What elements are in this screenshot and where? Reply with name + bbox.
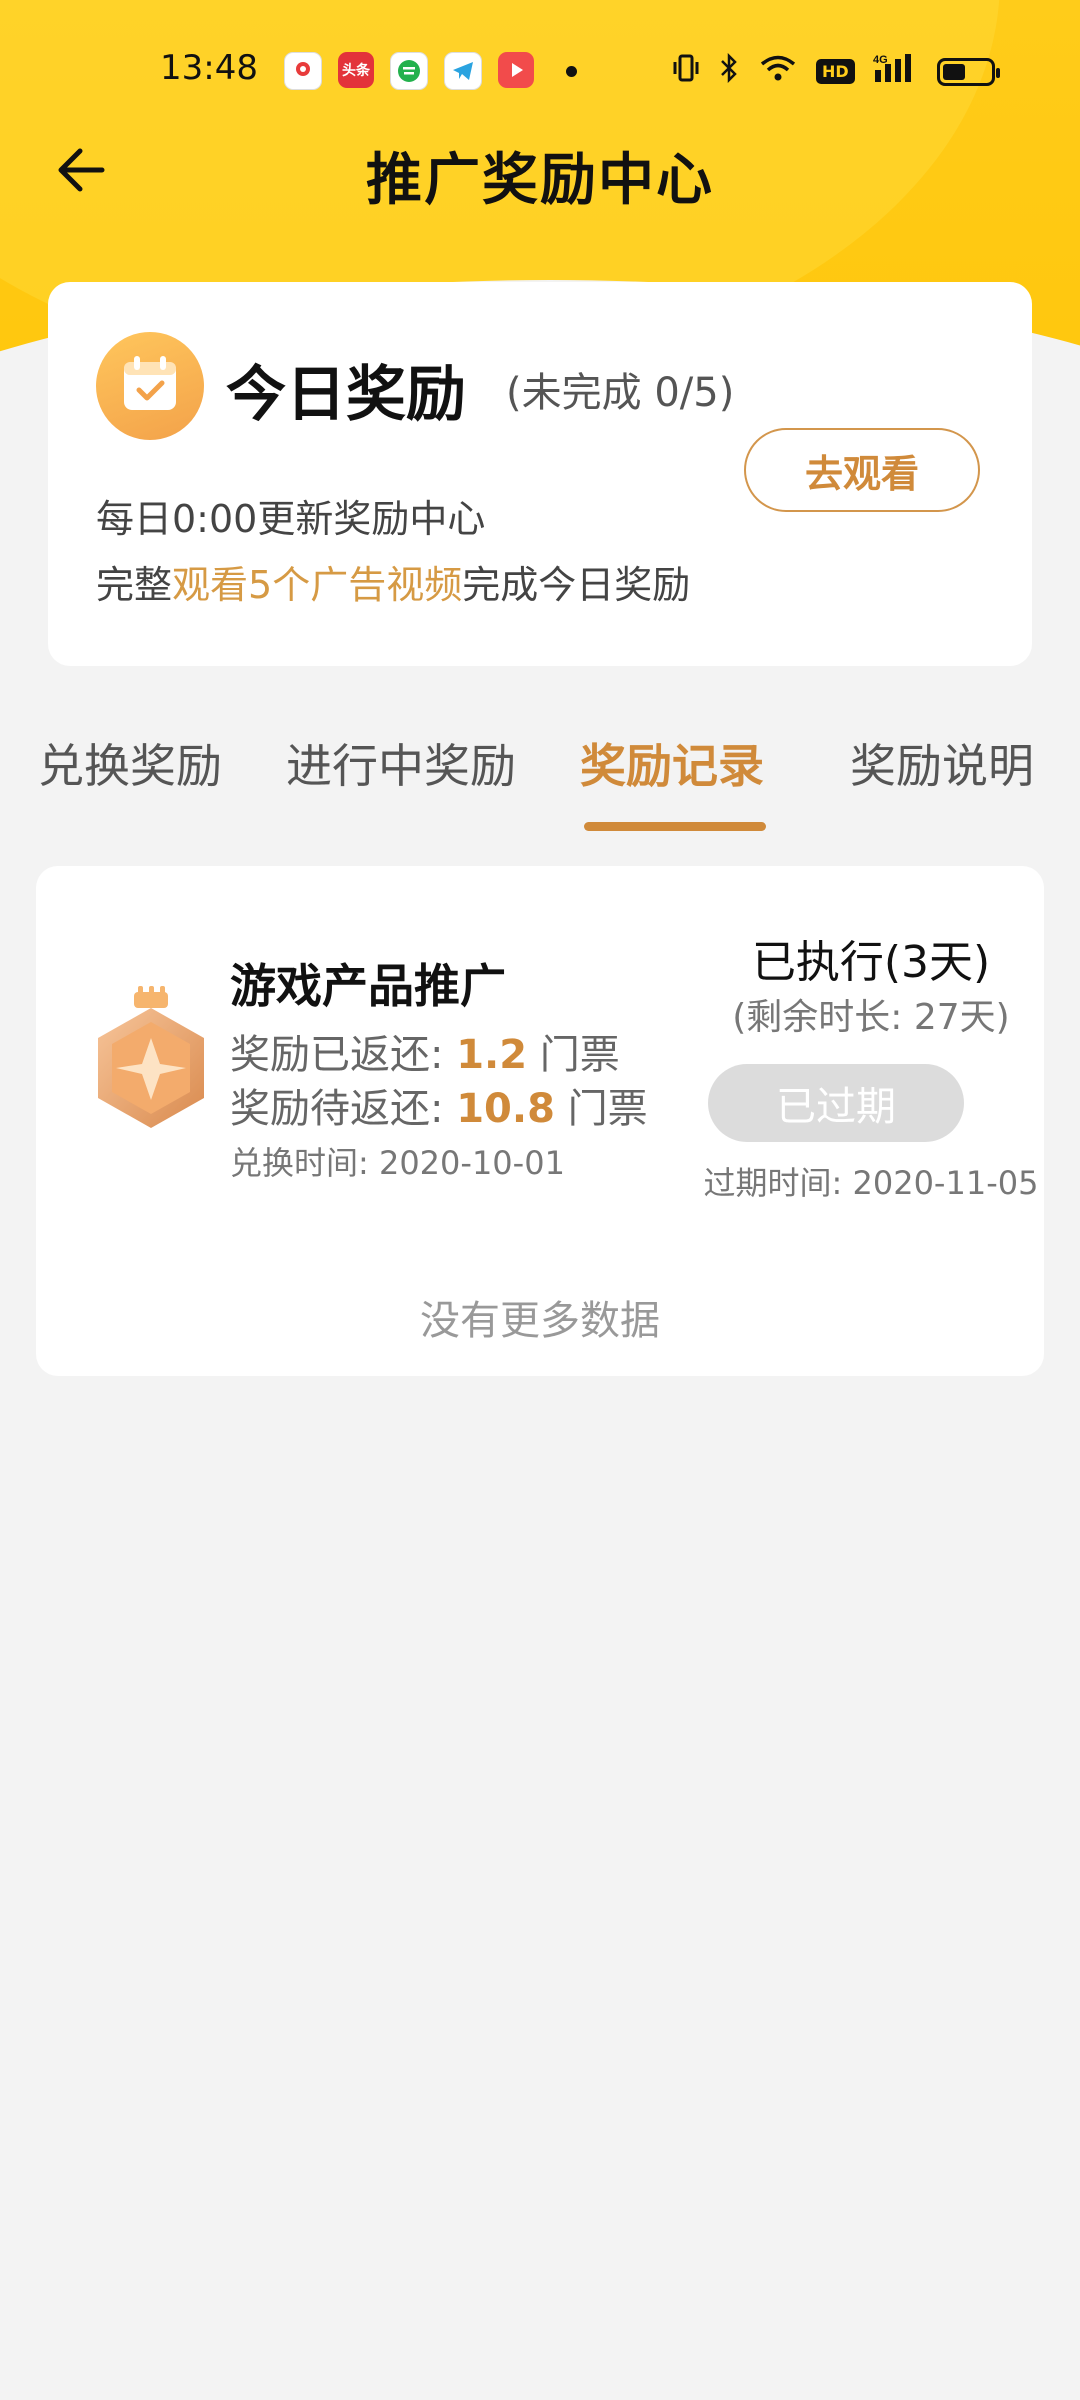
tab-reward-record[interactable]: 奖励记录 (580, 730, 764, 796)
reward-record-card: 游戏产品推广 奖励已返还: 1.2 门票 奖励待返还: 10.8 门票 兑换时间… (36, 866, 1044, 1376)
reward-tabs: 兑换奖励 进行中奖励 奖励记录 奖励说明 (0, 730, 1080, 840)
task-info-suffix: 完成今日奖励 (462, 563, 691, 607)
status-time: 13:48 (160, 48, 258, 88)
returned-label: 奖励已返还: (230, 1032, 444, 1078)
wifi-icon (758, 53, 798, 90)
vibrate-icon (672, 53, 700, 90)
app-toutiao-label: 头条 (342, 63, 370, 79)
returned-reward-line: 奖励已返还: 1.2 门票 (230, 1022, 620, 1080)
returned-unit: 门票 (539, 1032, 620, 1078)
calendar-check-icon (96, 332, 204, 440)
hd-badge: HD (816, 59, 855, 84)
expire-time: 过期时间: 2020-11-05 (703, 1164, 1039, 1202)
expired-button[interactable]: 已过期 (708, 1064, 964, 1142)
today-reward-title: 今日奖励 (226, 360, 466, 430)
app-toutiao-icon: 头条 (338, 52, 374, 88)
pending-label: 奖励待返还: (230, 1086, 444, 1132)
exchange-time: 兑换时间: 2020-10-01 (230, 1144, 565, 1182)
pending-amount: 10.8 (456, 1086, 555, 1132)
task-info-text: 完整观看5个广告视频完成今日奖励 (96, 554, 690, 609)
bluetooth-icon (718, 52, 740, 90)
tab-in-progress-reward[interactable]: 进行中奖励 (286, 730, 516, 796)
notification-dot-icon (566, 66, 577, 77)
tab-exchange-reward[interactable]: 兑换奖励 (38, 730, 222, 796)
status-app-icons: 头条 (284, 52, 534, 90)
medal-icon (76, 986, 226, 1146)
record-title: 游戏产品推广 (230, 959, 506, 1013)
task-info-prefix: 完整 (96, 563, 173, 607)
active-tab-indicator (584, 822, 766, 831)
pending-unit: 门票 (567, 1086, 648, 1132)
no-more-data-text: 没有更多数据 (420, 1298, 660, 1344)
today-reward-card: 今日奖励 (未完成 0/5) 去观看 每日0:00更新奖励中心 完整观看5个广告… (48, 282, 1032, 666)
page-title: 推广奖励中心 (366, 148, 714, 213)
app-map-icon (284, 52, 322, 90)
battery-icon (936, 57, 1000, 86)
app-telegram-icon (444, 52, 482, 90)
today-reward-progress: (未完成 0/5) (506, 370, 735, 416)
remaining-duration: (剩余时长: 27天) (732, 997, 1010, 1038)
update-info-text: 每日0:00更新奖励中心 (96, 497, 486, 541)
returned-amount: 1.2 (456, 1032, 528, 1078)
go-watch-button[interactable]: 去观看 (744, 428, 980, 512)
task-info-highlight: 观看5个广告视频 (172, 563, 463, 607)
tab-reward-description[interactable]: 奖励说明 (850, 730, 1034, 796)
status-bar: 13:48 头条 HD 4G (0, 38, 1080, 108)
execution-status: 已执行(3天) (751, 937, 991, 988)
app-video-icon (498, 52, 534, 88)
app-green-icon (390, 52, 428, 90)
signal-4g-icon: 4G (873, 52, 919, 91)
status-system-icons: HD 4G (672, 52, 1000, 91)
pending-reward-line: 奖励待返还: 10.8 门票 (230, 1076, 648, 1134)
